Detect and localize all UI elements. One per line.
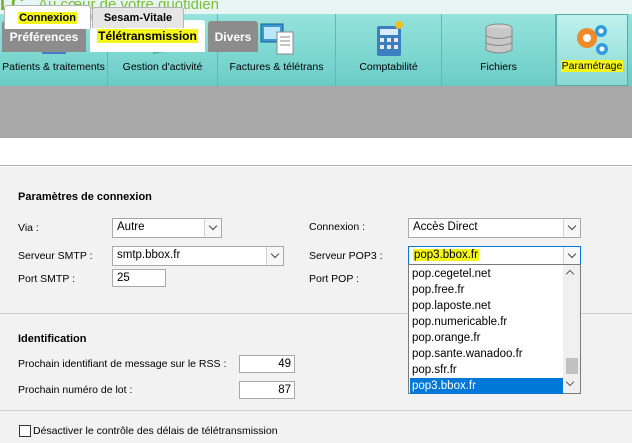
pop3-dropdown-list[interactable]: pop.cegetel.net pop.free.fr pop.laposte.…	[408, 264, 581, 394]
subtab-label: Sesam-Vitale	[103, 12, 173, 24]
chevron-down-icon	[563, 219, 580, 237]
list-item[interactable]: pop.sfr.fr	[410, 362, 563, 378]
list-item[interactable]: pop.laposte.net	[410, 298, 563, 314]
chevron-down-icon	[204, 219, 221, 237]
pop3-select[interactable]: pop3.bbox.fr	[408, 246, 581, 266]
nav-accounting[interactable]: Comptabilité	[336, 14, 442, 86]
port-smtp-label: Port SMTP :	[18, 273, 75, 285]
sub-tab-strip	[0, 138, 632, 166]
nav-label: Comptabilité	[359, 61, 418, 73]
list-item[interactable]: pop.cegetel.net	[410, 266, 563, 282]
database-icon	[485, 23, 512, 54]
chevron-down-icon[interactable]	[565, 377, 575, 387]
subtab-sesam-vitale[interactable]: Sesam-Vitale	[92, 7, 184, 28]
smtp-label: Serveur SMTP :	[18, 250, 93, 262]
identification-section-title: Identification	[18, 333, 87, 345]
connexion-label: Connexion :	[309, 221, 366, 233]
main-tab-strip	[0, 86, 632, 138]
nav-label: Factures & télétrans	[229, 61, 324, 73]
via-value: Autre	[117, 221, 145, 233]
chevron-up-icon[interactable]	[565, 269, 575, 279]
subtab-label: Connexion	[18, 11, 77, 24]
disable-delay-checkbox[interactable]	[19, 425, 31, 437]
list-item[interactable]: pop.orange.fr	[410, 330, 563, 346]
nav-label: Paramétrage	[560, 60, 624, 72]
tab-label: Divers	[214, 29, 252, 44]
connexion-value: Accès Direct	[413, 221, 478, 233]
scrollbar-thumb[interactable]	[566, 358, 578, 374]
disable-delay-label: Désactiver le contrôle des délais de tél…	[33, 425, 278, 437]
nav-label: Fichiers	[480, 61, 517, 73]
chevron-down-icon	[563, 247, 580, 265]
tab-label: Télétransmission	[97, 29, 198, 43]
invoices-icon	[260, 23, 293, 55]
next-lot-label: Prochain numéro de lot :	[18, 384, 133, 396]
accounting-icon	[376, 21, 403, 56]
via-label: Via :	[18, 222, 39, 234]
next-lot-field[interactable]: 87	[239, 381, 295, 399]
next-msg-field[interactable]: 49	[239, 355, 295, 373]
connection-section-title: Paramètres de connexion	[18, 191, 152, 203]
list-item-selected[interactable]: pop3.bbox.fr	[410, 378, 563, 394]
divider	[0, 410, 632, 411]
port-smtp-field[interactable]: 25	[112, 269, 166, 287]
smtp-select[interactable]: smtp.bbox.fr	[112, 246, 284, 266]
connexion-select[interactable]: Accès Direct	[408, 218, 581, 238]
subtab-connexion[interactable]: Connexion	[4, 5, 91, 29]
tab-label: Préférences	[9, 29, 79, 44]
nav-files[interactable]: Fichiers	[442, 14, 556, 86]
pop3-label: Serveur POP3 :	[309, 250, 383, 262]
next-msg-label: Prochain identifiant de message sur le R…	[18, 358, 227, 370]
tab-divers[interactable]: Divers	[208, 21, 258, 52]
dropdown-scrollbar[interactable]	[563, 265, 580, 393]
port-pop-label: Port POP :	[309, 273, 359, 285]
chevron-down-icon	[266, 247, 283, 265]
gears-icon	[577, 25, 608, 55]
list-item[interactable]: pop.numericable.fr	[410, 314, 563, 330]
pop3-value: pop3.bbox.fr	[413, 249, 479, 261]
smtp-value: smtp.bbox.fr	[117, 249, 181, 261]
list-item[interactable]: pop.free.fr	[410, 282, 563, 298]
nav-settings[interactable]: Paramétrage	[556, 14, 628, 86]
nav-label: Patients & traitements	[2, 61, 105, 73]
nav-label: Gestion d'activité	[122, 61, 203, 73]
list-item[interactable]: pop.sante.wanadoo.fr	[410, 346, 563, 362]
via-select[interactable]: Autre	[112, 218, 222, 238]
